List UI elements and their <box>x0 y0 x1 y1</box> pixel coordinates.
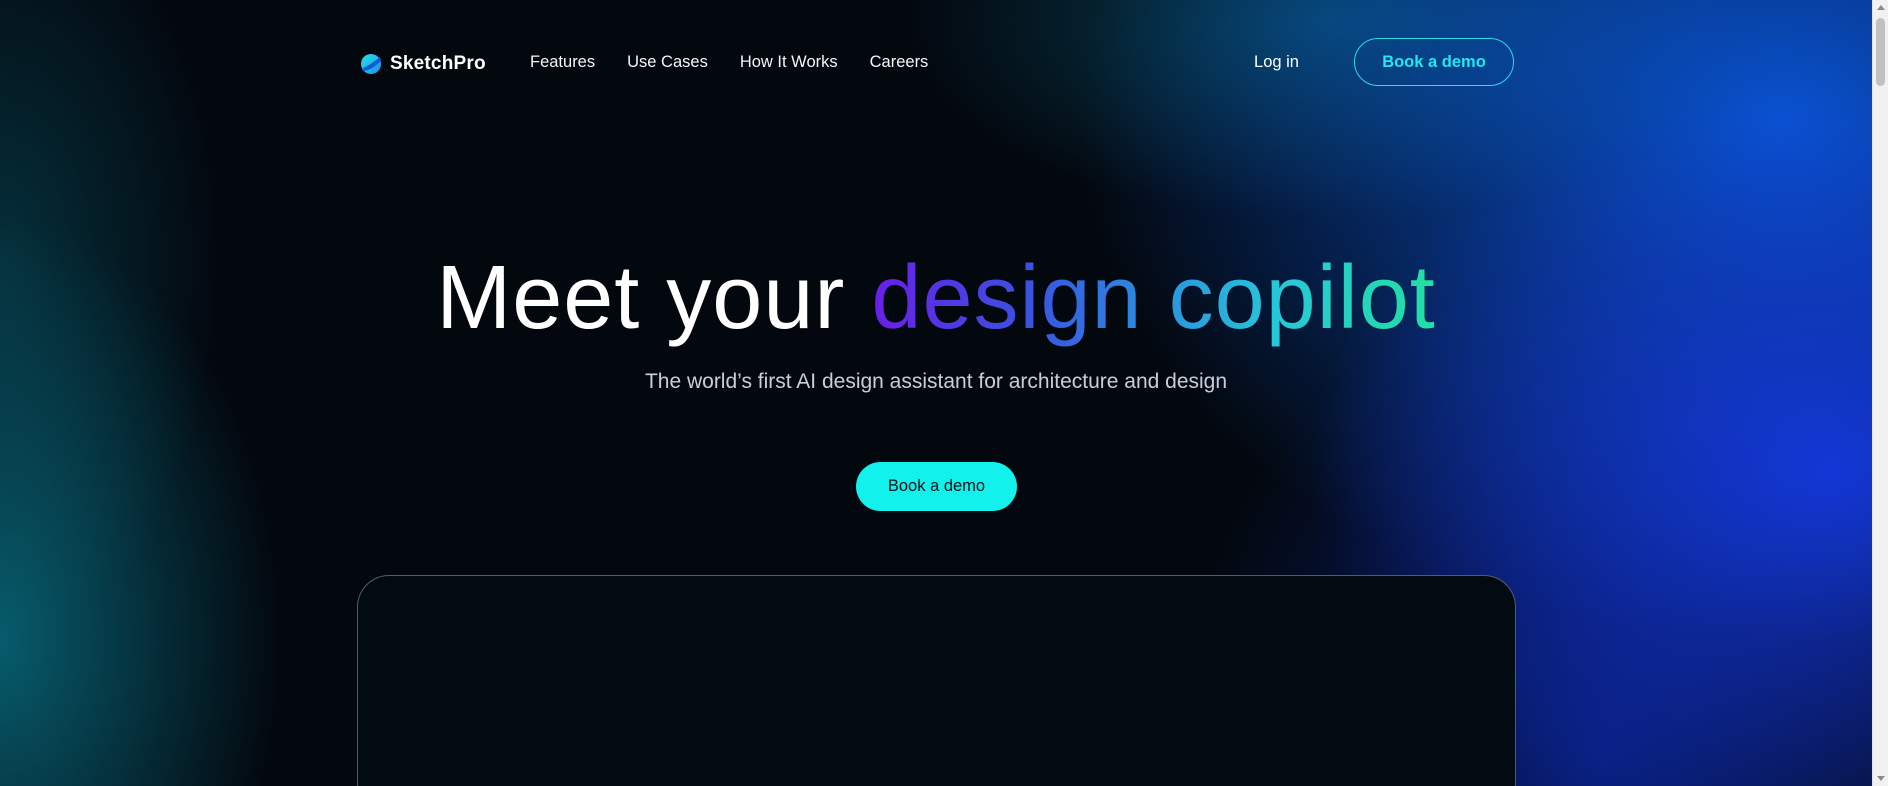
product-preview-frame <box>357 575 1516 786</box>
hero-title-highlight: design copilot <box>871 248 1436 348</box>
vertical-scrollbar[interactable] <box>1872 0 1888 786</box>
nav-links: Features Use Cases How It Works Careers <box>530 53 960 72</box>
scroll-thumb[interactable] <box>1876 18 1885 86</box>
brand-logo[interactable]: SketchPro <box>360 52 486 76</box>
hero-title-plain: Meet your <box>436 248 872 348</box>
book-demo-hero-button[interactable]: Book a demo <box>856 462 1017 511</box>
nav-link-use-cases[interactable]: Use Cases <box>627 53 708 72</box>
scroll-up-arrow-icon[interactable] <box>1877 5 1885 10</box>
login-link[interactable]: Log in <box>1254 53 1299 72</box>
nav-link-careers[interactable]: Careers <box>870 53 929 72</box>
nav-link-features[interactable]: Features <box>530 53 595 72</box>
scroll-down-arrow-icon[interactable] <box>1877 776 1885 781</box>
page-viewport: SketchPro Features Use Cases How It Work… <box>0 0 1872 786</box>
book-demo-nav-button[interactable]: Book a demo <box>1354 38 1514 86</box>
hero-subtitle: The world’s first AI design assistant fo… <box>644 370 1228 393</box>
brand-name: SketchPro <box>390 53 486 74</box>
sketchpro-logo-icon <box>361 54 381 74</box>
nav-link-how-it-works[interactable]: How It Works <box>740 53 838 72</box>
hero-title: Meet your design copilot <box>0 246 1872 350</box>
top-navigation: SketchPro Features Use Cases How It Work… <box>360 38 1514 90</box>
